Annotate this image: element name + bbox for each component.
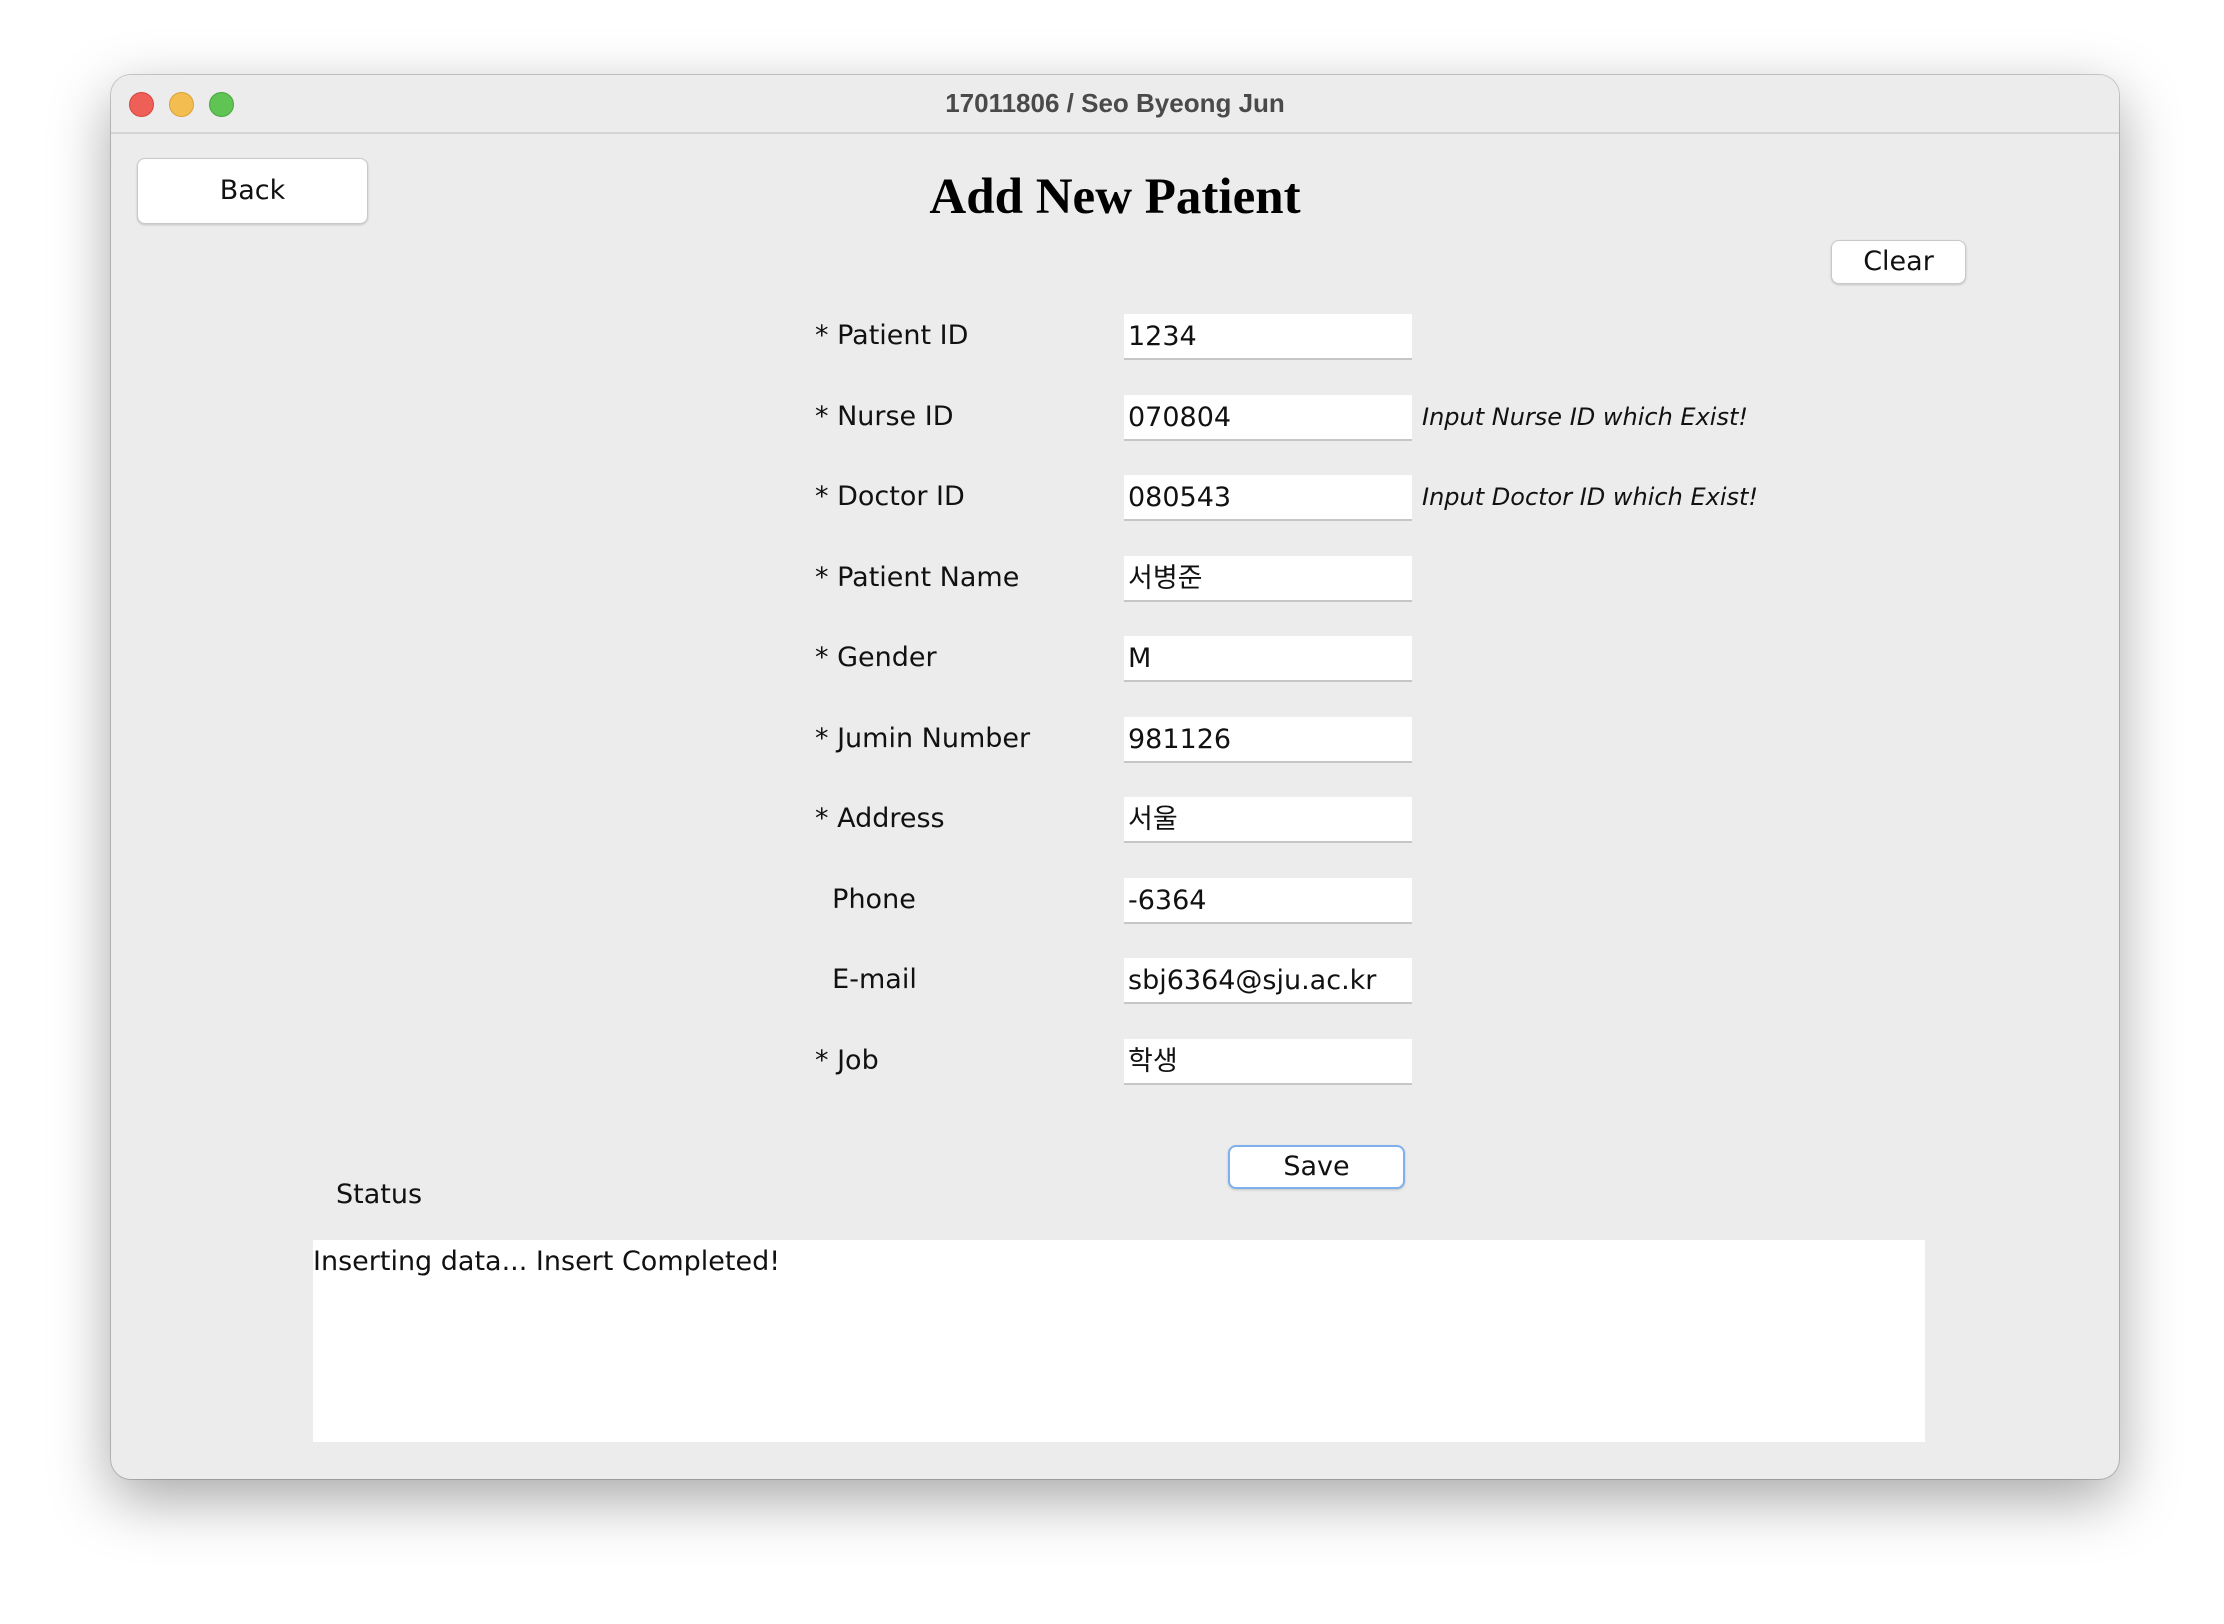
save-button[interactable]: Save [1228,1145,1405,1189]
form-row-email: E-mail sbj6364@sju.ac.kr [111,958,2119,1004]
form-row-patient-name: * Patient Name 서병준 [111,556,2119,602]
form-row-patient-id: * Patient ID 1234 [111,314,2119,360]
main-content: Back Add New Patient Clear * Patient ID … [111,134,2119,1479]
window-title: 17011806 / Seo Byeong Jun [945,88,1285,118]
nurse-id-input[interactable]: 070804 [1124,395,1412,441]
jumin-number-input[interactable]: 981126 [1124,717,1412,763]
patient-name-input[interactable]: 서병준 [1124,556,1412,602]
app-window: 17011806 / Seo Byeong Jun Back Add New P… [111,75,2119,1479]
doctor-id-input[interactable]: 080543 [1124,475,1412,521]
jumin-number-label: * Jumin Number [815,723,1031,754]
phone-label: Phone [815,884,916,915]
address-input[interactable]: 서울 [1124,797,1412,843]
patient-name-label: * Patient Name [815,562,1020,593]
nurse-id-hint: Input Nurse ID which Exist! [1422,403,1749,431]
doctor-id-hint: Input Doctor ID which Exist! [1422,483,1759,511]
address-label: * Address [815,803,945,834]
form-row-phone: Phone -6364 [111,878,2119,924]
email-label: E-mail [815,964,917,995]
email-input[interactable]: sbj6364@sju.ac.kr [1124,958,1412,1004]
title-bar: 17011806 / Seo Byeong Jun [111,75,2119,134]
doctor-id-label: * Doctor ID [815,481,965,512]
form-row-doctor-id: * Doctor ID 080543 Input Doctor ID which… [111,475,2119,521]
form-row-nurse-id: * Nurse ID 070804 Input Nurse ID which E… [111,395,2119,441]
job-input[interactable]: 학생 [1124,1039,1412,1085]
page-title: Add New Patient [929,169,1301,225]
form-row-job: * Job 학생 [111,1039,2119,1085]
form-row-jumin-number: * Jumin Number 981126 [111,717,2119,763]
gender-label: * Gender [815,642,937,673]
status-label: Status [336,1179,423,1210]
form-row-gender: * Gender M [111,636,2119,682]
nurse-id-label: * Nurse ID [815,401,954,432]
gender-input[interactable]: M [1124,636,1412,682]
form-row-address: * Address 서울 [111,797,2119,843]
patient-id-label: * Patient ID [815,320,969,351]
patient-id-input[interactable]: 1234 [1124,314,1412,360]
phone-input[interactable]: -6364 [1124,878,1412,924]
clear-button[interactable]: Clear [1831,240,1966,284]
job-label: * Job [815,1045,879,1076]
status-text-area[interactable]: Inserting data... Insert Completed! [313,1240,1925,1442]
